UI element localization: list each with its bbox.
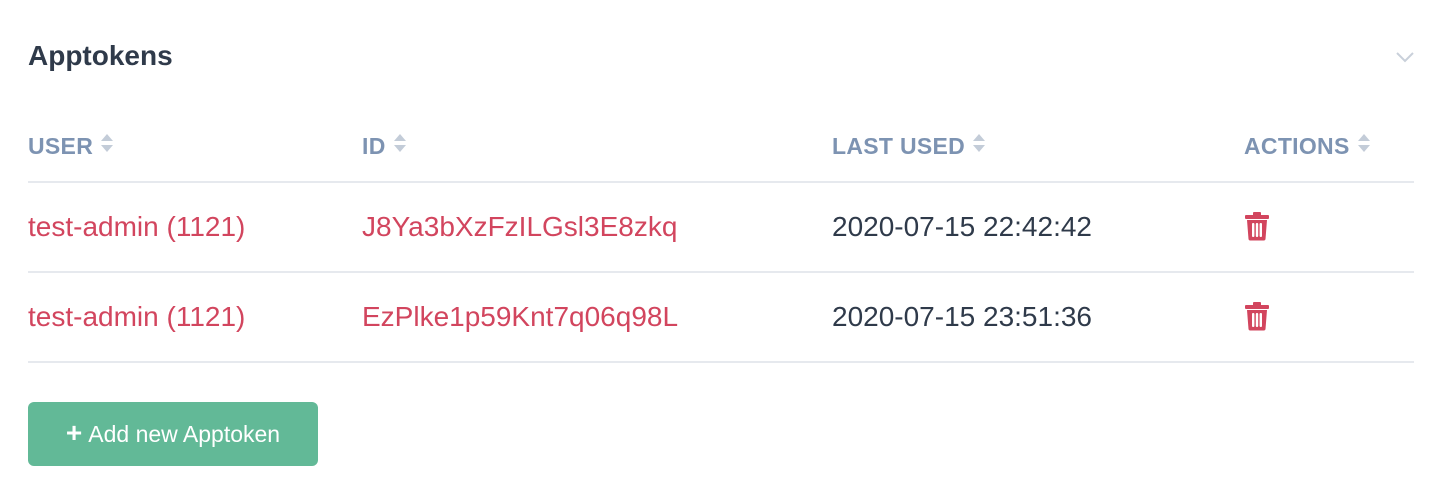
token-id-link[interactable]: J8Ya3bXzFzILGsl3E8zkq bbox=[362, 211, 677, 242]
apptokens-table: USER ID LAST USED ACTIONS test-admin (11… bbox=[28, 112, 1414, 363]
plus-icon: + bbox=[65, 416, 83, 448]
trash-icon[interactable] bbox=[1244, 301, 1270, 331]
column-label: LAST USED bbox=[832, 132, 966, 159]
sort-icon[interactable] bbox=[99, 132, 115, 160]
table-row: test-admin (1121) J8Ya3bXzFzILGsl3E8zkq … bbox=[28, 182, 1414, 273]
add-apptoken-button[interactable]: + Add new Apptoken bbox=[28, 402, 318, 466]
user-link[interactable]: test-admin (1121) bbox=[28, 301, 245, 332]
column-header-id[interactable]: ID bbox=[362, 112, 832, 183]
sort-icon[interactable] bbox=[392, 132, 408, 160]
actions-cell bbox=[1244, 182, 1414, 273]
token-id-link[interactable]: EzPlke1p59Knt7q06q98L bbox=[362, 301, 678, 332]
table-row: test-admin (1121) EzPlke1p59Knt7q06q98L … bbox=[28, 272, 1414, 363]
column-label: ACTIONS bbox=[1244, 132, 1350, 159]
column-header-actions[interactable]: ACTIONS bbox=[1244, 112, 1414, 183]
table-header-row: USER ID LAST USED ACTIONS bbox=[28, 112, 1414, 183]
apptokens-panel: Apptokens USER ID LAST USED ACTIONS test… bbox=[0, 0, 1438, 496]
sort-icon[interactable] bbox=[1356, 132, 1372, 160]
column-header-last-used[interactable]: LAST USED bbox=[832, 112, 1244, 183]
actions-cell bbox=[1244, 272, 1414, 363]
panel-title: Apptokens bbox=[28, 40, 173, 71]
column-label: USER bbox=[28, 132, 94, 159]
last-used-value: 2020-07-15 23:51:36 bbox=[832, 301, 1092, 332]
id-cell: J8Ya3bXzFzILGsl3E8zkq bbox=[362, 182, 832, 273]
chevron-down-icon[interactable] bbox=[1392, 44, 1418, 70]
user-link[interactable]: test-admin (1121) bbox=[28, 211, 245, 242]
column-label: ID bbox=[362, 132, 386, 159]
sort-icon[interactable] bbox=[971, 132, 987, 160]
column-header-user[interactable]: USER bbox=[28, 112, 362, 183]
user-cell: test-admin (1121) bbox=[28, 182, 362, 273]
add-apptoken-label: Add new Apptoken bbox=[88, 420, 281, 447]
last-used-cell: 2020-07-15 23:51:36 bbox=[832, 272, 1244, 363]
last-used-cell: 2020-07-15 22:42:42 bbox=[832, 182, 1244, 273]
id-cell: EzPlke1p59Knt7q06q98L bbox=[362, 272, 832, 363]
trash-icon[interactable] bbox=[1244, 211, 1270, 241]
last-used-value: 2020-07-15 22:42:42 bbox=[832, 211, 1092, 242]
user-cell: test-admin (1121) bbox=[28, 272, 362, 363]
